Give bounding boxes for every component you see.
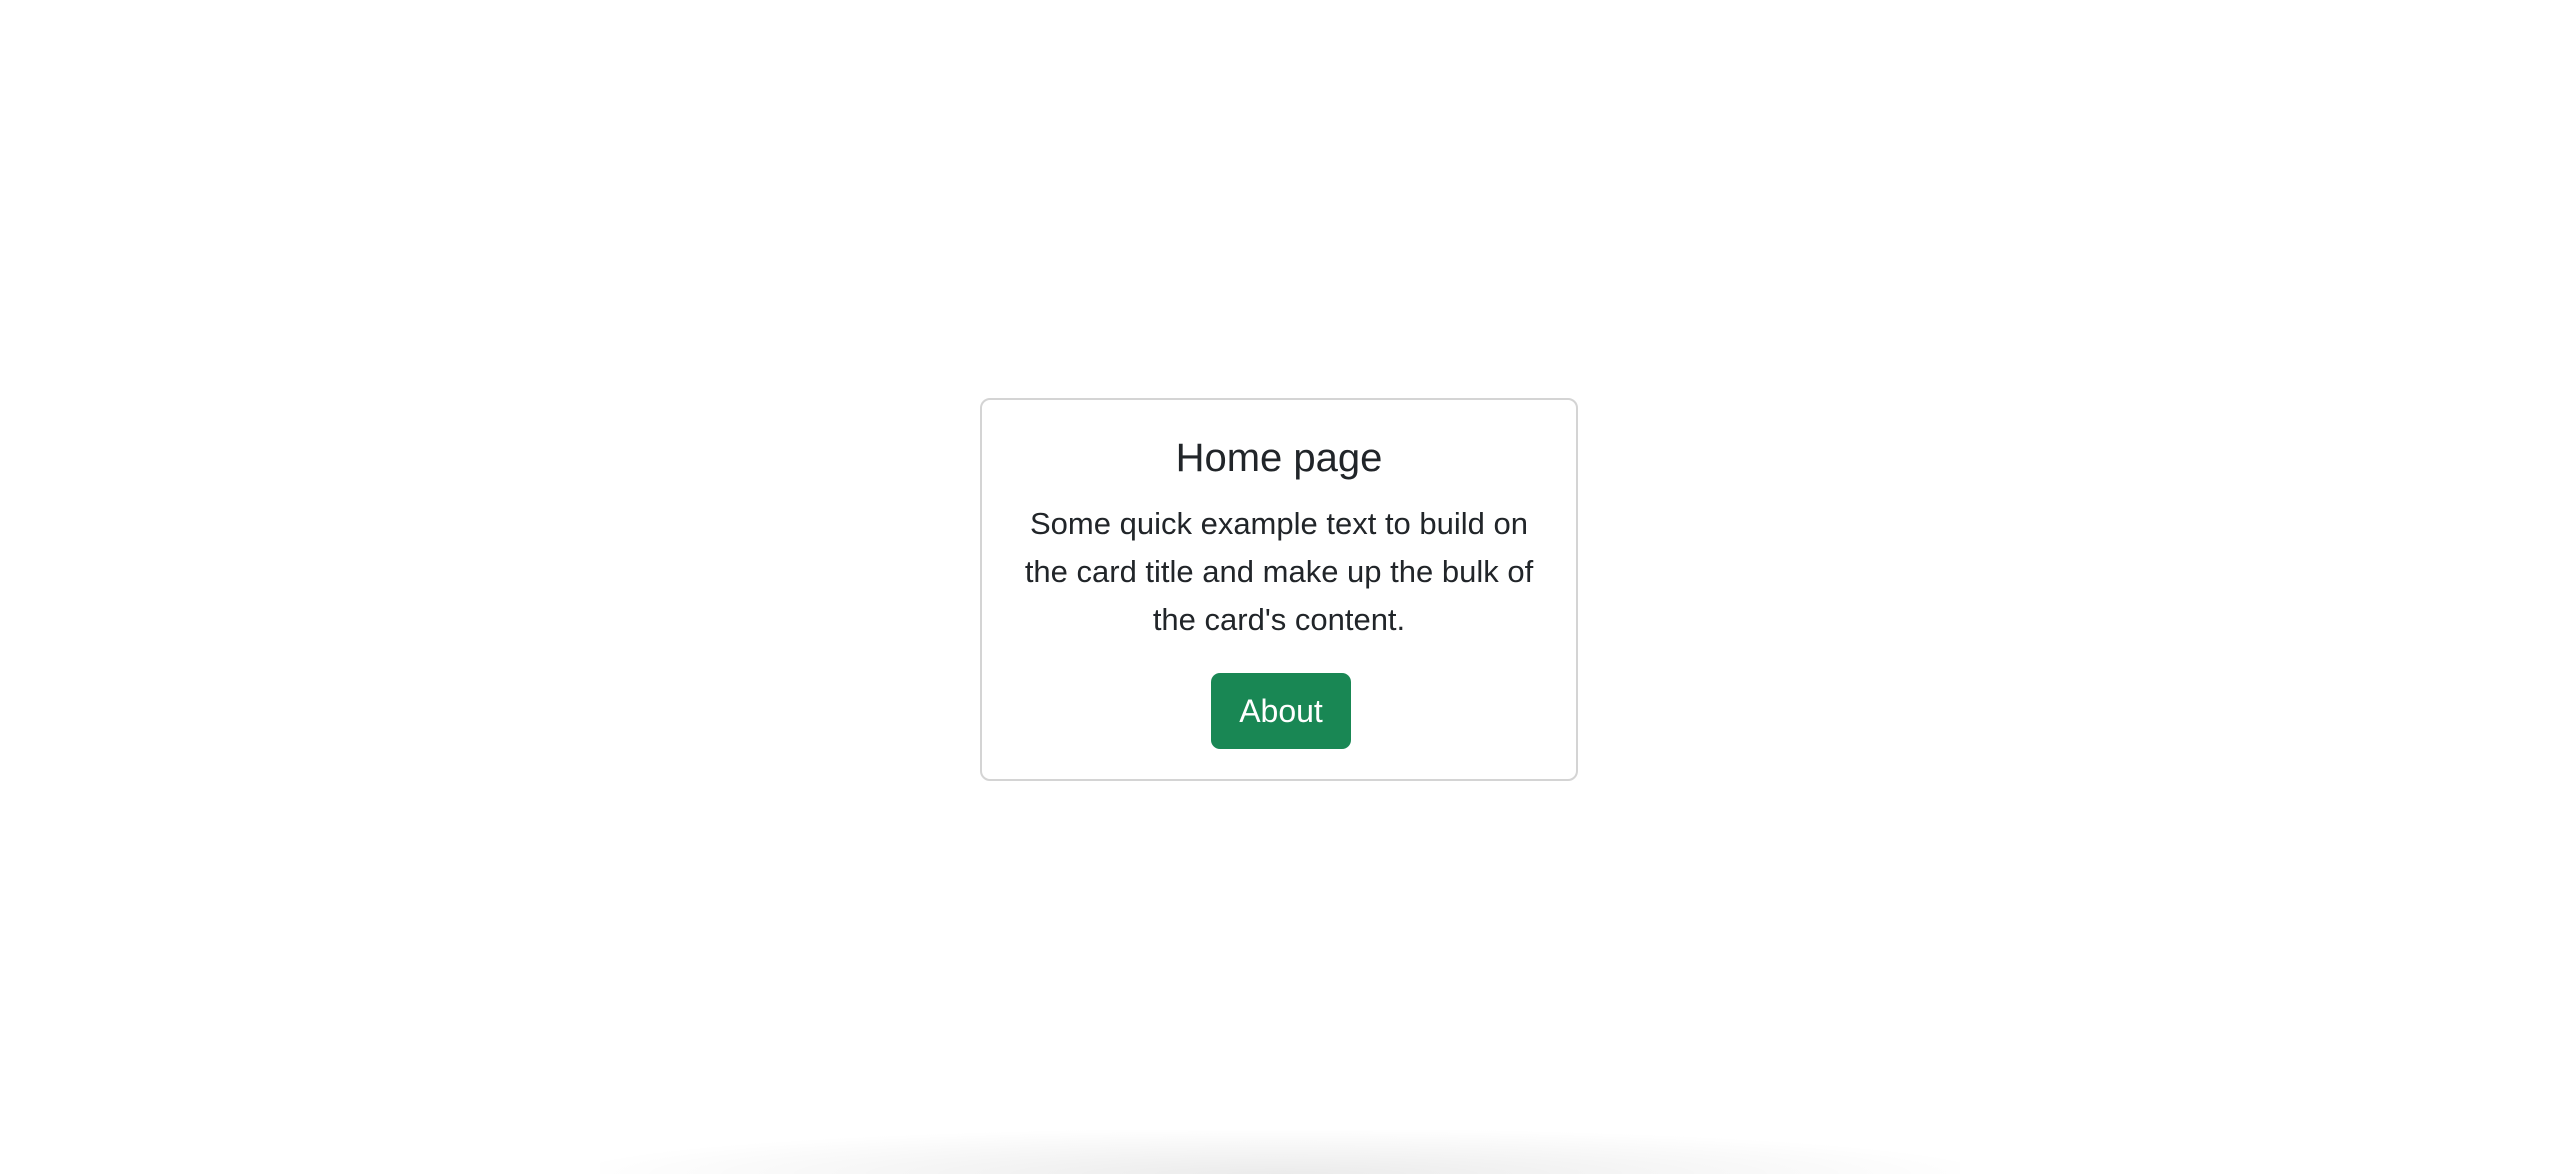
about-button[interactable]: About [1211, 673, 1351, 749]
page: Home page Some quick example text to bui… [0, 0, 2560, 1174]
card-title: Home page [1175, 436, 1383, 480]
home-card: Home page Some quick example text to bui… [980, 398, 1578, 781]
bottom-shadow [600, 1130, 1960, 1174]
card-text: Some quick example text to build on the … [1024, 506, 1534, 637]
